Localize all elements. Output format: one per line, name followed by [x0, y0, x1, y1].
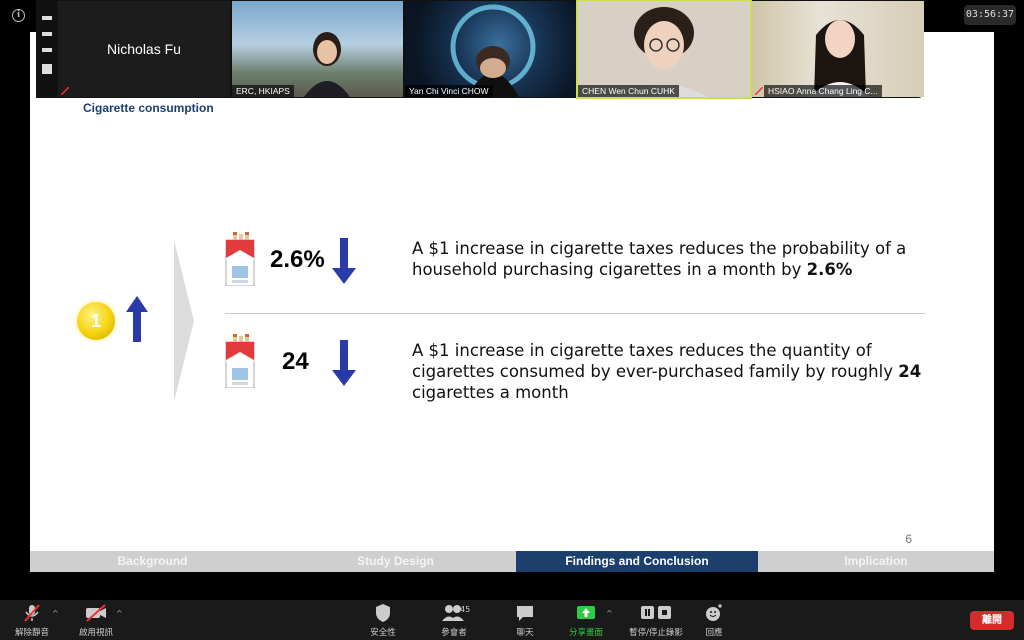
row-divider — [225, 313, 925, 314]
virtual-background — [450, 4, 536, 97]
section-nav-bar: Background Study Design Findings and Con… — [30, 551, 994, 572]
participant-tile[interactable]: Nicholas Fu — [58, 1, 230, 97]
participant-name: CHEN Wen Chun CUHK — [578, 85, 679, 97]
finding-description: A $1 increase in cigarette taxes reduces… — [412, 238, 932, 280]
chevron-up-icon[interactable]: ^ — [52, 609, 59, 618]
muted-mic-icon — [24, 604, 40, 622]
video-off-icon — [86, 604, 106, 622]
leave-button[interactable]: 離開 — [970, 611, 1014, 630]
info-icon[interactable]: i — [12, 9, 25, 22]
description-highlight: 24 — [898, 362, 922, 381]
cigarette-pack-icon — [225, 334, 255, 388]
participant-name: Nicholas Fu — [107, 41, 181, 57]
stat-value: 24 — [282, 348, 309, 375]
nav-study-design: Study Design — [275, 551, 516, 572]
participants-button[interactable]: 45 參會者 — [424, 603, 484, 638]
participant-name: ERC, HKIAPS — [232, 85, 294, 97]
participants-label: 參會者 — [441, 628, 467, 638]
grid-view-icon[interactable] — [42, 64, 52, 74]
participant-figure — [304, 32, 350, 97]
participant-tile[interactable]: HSIAO Anna Chang Ling C... — [752, 1, 924, 97]
page-number: 6 — [905, 532, 912, 546]
smiley-plus-icon — [706, 604, 722, 621]
chevron-up-icon[interactable]: ^ — [606, 609, 613, 618]
participant-figure — [810, 20, 870, 97]
security-label: 安全性 — [370, 628, 396, 638]
arrow-down-icon — [332, 340, 356, 386]
muted-mic-icon — [755, 87, 763, 95]
slide-title: Cigarette consumption — [83, 101, 214, 115]
reactions-label: 回應 — [705, 628, 723, 638]
chat-bubble-icon — [517, 606, 533, 621]
shared-slide: Cigarette consumption 1 2.6% A $1 increa… — [30, 32, 994, 572]
nav-findings: Findings and Conclusion — [516, 551, 758, 572]
participant-video-strip: Nicholas Fu ERC, HKIAPS Yan Chi Vinci CH… — [36, 0, 924, 99]
muted-mic-icon — [61, 87, 69, 95]
participant-tile[interactable]: Yan Chi Vinci CHOW — [405, 1, 576, 97]
stat-value: 2.6% — [270, 246, 325, 273]
chevron-divider — [174, 240, 194, 402]
participant-count: 45 — [460, 605, 471, 614]
nav-background: Background — [30, 551, 275, 572]
start-video-label: 啟用視訊 — [78, 628, 113, 638]
reactions-button[interactable]: 回應 — [684, 603, 744, 638]
chevron-up-icon[interactable]: ^ — [116, 609, 123, 618]
description-tail: cigarettes a month — [412, 383, 569, 402]
meeting-toolbar: 解除靜音 ^ 啟用視訊 ^ 安全性 45 參會者 聊天 分享畫面 ^ 暫停/停止… — [0, 600, 1024, 640]
view-option-icon[interactable] — [42, 48, 52, 52]
coin-icon: 1 — [77, 302, 115, 340]
pause-record-icon — [641, 606, 671, 619]
share-screen-icon — [577, 606, 595, 619]
meeting-timer: 03:56:37 — [964, 5, 1016, 25]
participant-figure — [622, 7, 708, 97]
participant-name: HSIAO Anna Chang Ling C... — [764, 85, 882, 97]
chat-label: 聊天 — [516, 628, 534, 638]
pause-share-label: 暫停/停止錄影 — [629, 628, 683, 638]
participant-tile-active-speaker[interactable]: CHEN Wen Chun CUHK — [576, 0, 752, 99]
description-text: A $1 increase in cigarette taxes reduces… — [412, 341, 899, 381]
description-highlight: 2.6% — [806, 260, 853, 279]
gallery-view-controls[interactable] — [36, 0, 58, 98]
share-screen-label: 分享畫面 — [568, 628, 603, 638]
participant-name: Yan Chi Vinci CHOW — [405, 85, 493, 97]
nav-implication: Implication — [758, 551, 994, 572]
security-button[interactable]: 安全性 — [353, 603, 413, 638]
chat-button[interactable]: 聊天 — [495, 603, 555, 638]
cigarette-pack-icon — [225, 232, 255, 286]
participant-tile[interactable]: ERC, HKIAPS — [232, 1, 403, 97]
arrow-down-icon — [332, 238, 356, 284]
unmute-label: 解除靜音 — [14, 628, 49, 638]
view-option-icon[interactable] — [42, 32, 52, 36]
pause-share-button[interactable]: 暫停/停止錄影 — [626, 603, 686, 638]
finding-description: A $1 increase in cigarette taxes reduces… — [412, 340, 932, 403]
arrow-up-icon — [126, 296, 148, 342]
view-option-icon[interactable] — [42, 16, 52, 20]
shield-icon — [376, 604, 390, 622]
